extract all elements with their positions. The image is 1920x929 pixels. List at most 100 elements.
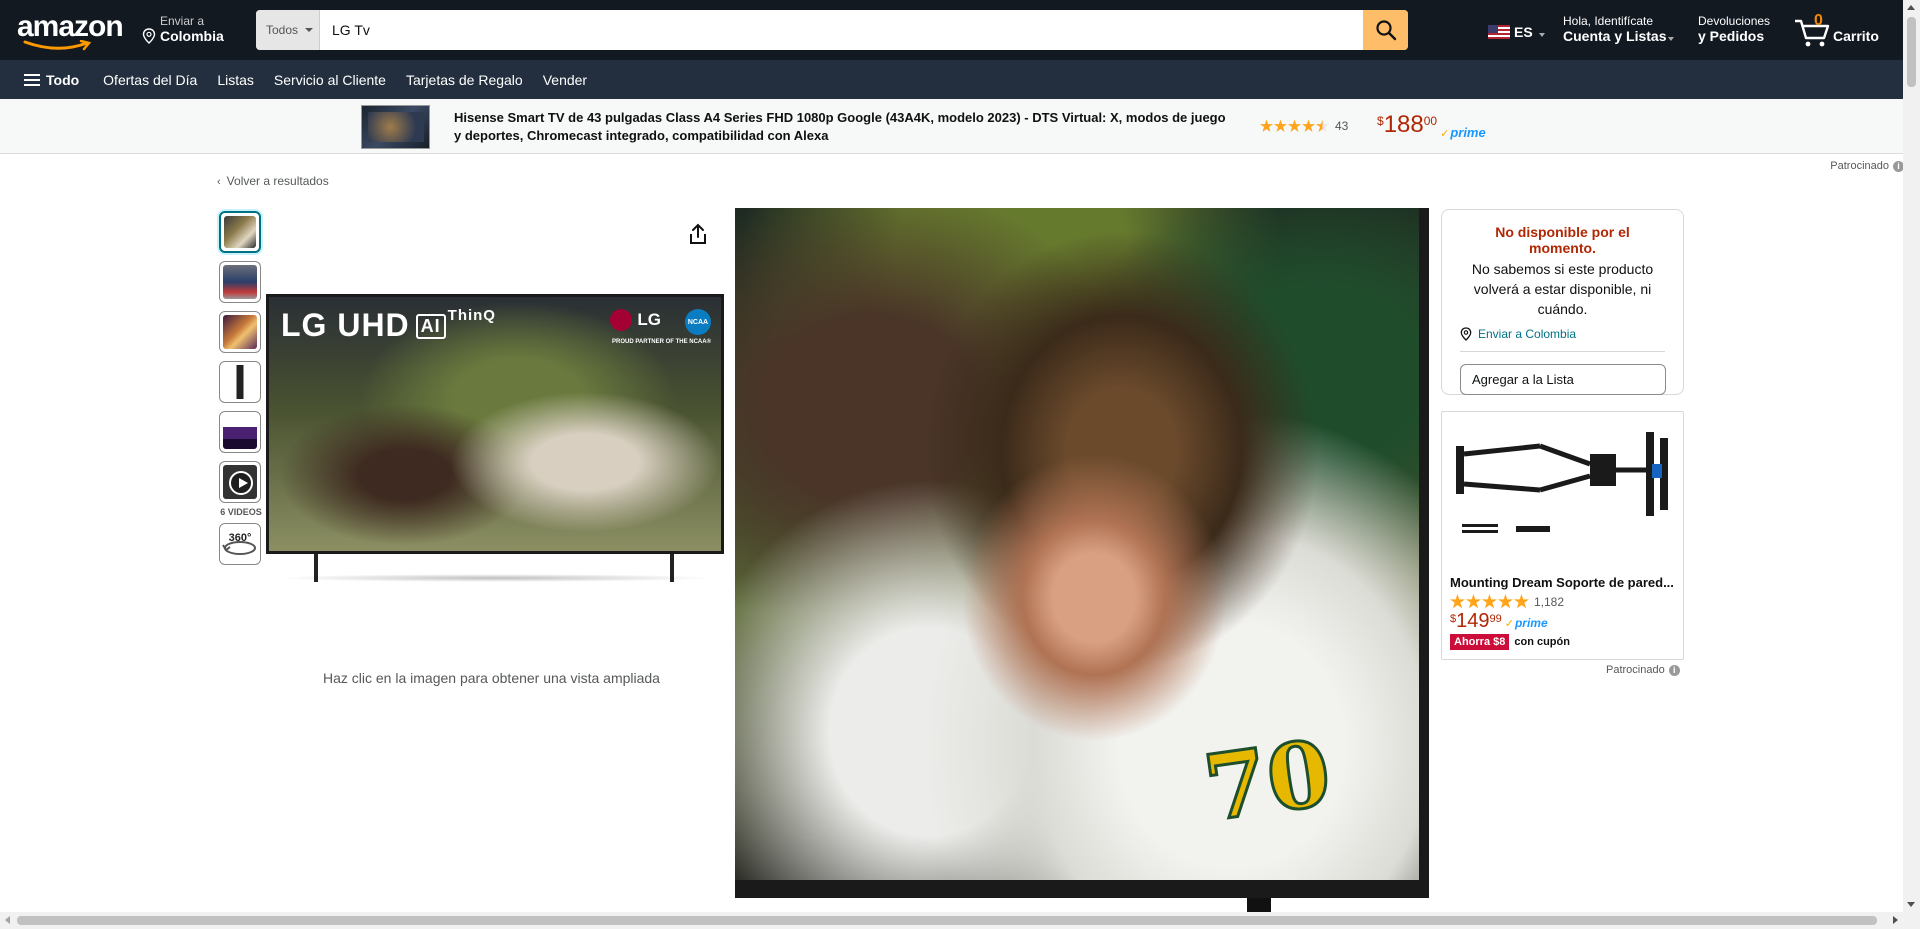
sponsored-product-thumbnail[interactable] bbox=[361, 105, 430, 149]
smile-icon bbox=[23, 40, 92, 51]
tv-title-text: LG UHD bbox=[281, 307, 410, 343]
main-product-image[interactable]: LG UHD AIThinQ LG NCAA PROUD PARTNER OF T… bbox=[266, 294, 724, 554]
prime-badge: prime bbox=[1440, 125, 1485, 140]
add-to-list-button[interactable]: Agregar a la Lista bbox=[1460, 364, 1666, 395]
star-icon bbox=[1302, 119, 1315, 132]
wall-mount-product-image bbox=[1456, 432, 1668, 533]
chevron-left-icon: ‹ bbox=[217, 176, 221, 188]
ncaa-partner-text: PROUD PARTNER OF THE NCAA® bbox=[612, 339, 711, 345]
chevron-down-icon bbox=[1538, 33, 1545, 37]
price-whole: 188 bbox=[1383, 111, 1424, 138]
scroll-left-arrow-icon[interactable] bbox=[5, 916, 10, 924]
vertical-scrollbar[interactable] bbox=[1903, 0, 1920, 912]
unavailable-message: No sabemos si este producto volverá a es… bbox=[1471, 261, 1654, 317]
lg-brand-text: LG bbox=[637, 310, 661, 329]
sponsored-product-title[interactable]: Hisense Smart TV de 43 pulgadas Class A4… bbox=[454, 109, 1229, 145]
nav-item-deals[interactable]: Ofertas del Día bbox=[93, 72, 207, 88]
prime-badge: prime bbox=[1505, 616, 1548, 630]
tv-ai-badge: AI bbox=[415, 314, 446, 339]
sponsored-product-rating[interactable]: 43 bbox=[1260, 119, 1348, 133]
coupon: Ahorra $8 con cupón bbox=[1450, 634, 1570, 650]
all-menu-label: Todo bbox=[46, 71, 80, 88]
amazon-logo[interactable]: amazon bbox=[17, 10, 124, 52]
top-navbar: amazon Enviar a Colombia Todos ES bbox=[0, 0, 1903, 60]
account-greeting: Hola, Identifícate bbox=[1563, 14, 1654, 28]
coupon-badge: Ahorra $8 bbox=[1450, 634, 1510, 650]
deliver-label: Enviar a bbox=[160, 14, 205, 28]
account-lists[interactable]: Hola, Identifícate Cuenta y Listas bbox=[1563, 14, 1675, 44]
thumbnail-5[interactable] bbox=[219, 411, 261, 453]
cart-count: 0 bbox=[1814, 12, 1823, 29]
ad-rating[interactable]: 1,182 bbox=[1450, 594, 1564, 609]
sponsored-product-strip: Hisense Smart TV de 43 pulgadas Class A4… bbox=[0, 99, 1903, 154]
nav-item-lists[interactable]: Listas bbox=[207, 72, 264, 88]
star-icon bbox=[1466, 594, 1481, 609]
thumbnail-1[interactable] bbox=[219, 211, 261, 253]
scroll-up-arrow-icon[interactable] bbox=[1907, 5, 1915, 10]
zoom-hint: Haz clic en la imagen para obtener una v… bbox=[323, 670, 660, 686]
cart-icon bbox=[1795, 19, 1830, 47]
search-input[interactable] bbox=[320, 10, 1366, 50]
star-icon bbox=[1274, 119, 1287, 132]
sponsored-product-price: $ 188 00 prime bbox=[1377, 111, 1486, 140]
nav-item-gift-cards[interactable]: Tarjetas de Regalo bbox=[396, 72, 533, 88]
star-icon bbox=[1482, 594, 1497, 609]
image-thumbnails: 6 VIDEOS 360° bbox=[219, 211, 263, 573]
coupon-text: con cupón bbox=[1514, 636, 1570, 648]
ad-price: $ 149 99 prime bbox=[1450, 610, 1548, 633]
rating-count: 1,182 bbox=[1534, 594, 1565, 609]
back-to-results-link[interactable]: ‹ Volver a resultados bbox=[217, 174, 329, 188]
cart-button[interactable]: 0 Carrito bbox=[1794, 12, 1884, 50]
secondary-navbar: Todo Ofertas del Día Listas Servicio al … bbox=[0, 60, 1903, 99]
buy-box: No disponible por el momento. No sabemos… bbox=[1441, 209, 1684, 395]
search-bar: Todos bbox=[256, 10, 1408, 50]
thumbnail-3[interactable] bbox=[219, 311, 261, 353]
view-360-button[interactable]: 360° bbox=[219, 523, 261, 565]
cart-label: Carrito bbox=[1833, 28, 1879, 44]
price-currency: $ bbox=[1377, 114, 1384, 128]
nav-item-customer-service[interactable]: Servicio al Cliente bbox=[264, 72, 396, 88]
vertical-scroll-thumb[interactable] bbox=[1907, 17, 1916, 87]
tv-bezel-bottom bbox=[735, 880, 1429, 898]
scroll-right-arrow-icon[interactable] bbox=[1893, 916, 1898, 924]
ship-to-link[interactable]: Enviar a Colombia bbox=[1460, 327, 1665, 352]
chevron-down-icon bbox=[305, 28, 314, 32]
jersey-number: 70 bbox=[1197, 718, 1339, 843]
returns-orders[interactable]: Devoluciones y Pedidos bbox=[1698, 14, 1770, 44]
search-button[interactable] bbox=[1363, 10, 1408, 50]
ad-sponsored-label[interactable]: Patrocinado i bbox=[1606, 664, 1680, 676]
unavailable-title: No disponible por el momento. bbox=[1495, 224, 1630, 256]
all-menu-button[interactable]: Todo bbox=[0, 72, 93, 88]
search-category-dropdown[interactable]: Todos bbox=[256, 10, 320, 50]
thumbnail-4-remote[interactable] bbox=[219, 361, 261, 403]
location-pin-icon bbox=[142, 28, 156, 44]
scroll-down-arrow-icon[interactable] bbox=[1907, 902, 1915, 907]
sponsored-text: Patrocinado bbox=[1606, 664, 1665, 676]
search-category-label: Todos bbox=[266, 23, 299, 37]
deliver-to[interactable]: Enviar a Colombia bbox=[140, 14, 224, 44]
chevron-down-icon bbox=[1668, 37, 1675, 41]
info-icon: i bbox=[1668, 664, 1680, 676]
sponsored-ad-card[interactable]: Mounting Dream Soporte de pared... 1,182… bbox=[1441, 411, 1684, 660]
play-icon bbox=[229, 471, 253, 495]
sponsored-label[interactable]: Patrocinado i bbox=[1830, 160, 1904, 172]
rating-count: 43 bbox=[1335, 119, 1349, 133]
spin-label: 360° bbox=[229, 532, 252, 544]
rotate-360-icon: 360° bbox=[222, 532, 256, 555]
video-thumbnail[interactable] bbox=[219, 461, 261, 503]
horizontal-scrollbar[interactable] bbox=[0, 912, 1920, 929]
language-selector[interactable]: ES bbox=[1488, 24, 1545, 40]
search-icon bbox=[1375, 20, 1396, 41]
ad-product-title[interactable]: Mounting Dream Soporte de pared... bbox=[1450, 575, 1678, 590]
nav-item-sell[interactable]: Vender bbox=[533, 72, 597, 88]
lg-logo-icon bbox=[610, 309, 633, 331]
orders-label: y Pedidos bbox=[1698, 28, 1765, 44]
star-icon bbox=[1288, 119, 1301, 132]
share-icon[interactable] bbox=[688, 223, 708, 245]
horizontal-scroll-thumb[interactable] bbox=[17, 916, 1877, 925]
price-fraction: 00 bbox=[1423, 114, 1438, 128]
thumbnail-2[interactable] bbox=[219, 261, 261, 303]
back-label: Volver a resultados bbox=[226, 174, 329, 188]
tv-shadow bbox=[275, 574, 715, 582]
star-icon bbox=[1260, 119, 1273, 132]
